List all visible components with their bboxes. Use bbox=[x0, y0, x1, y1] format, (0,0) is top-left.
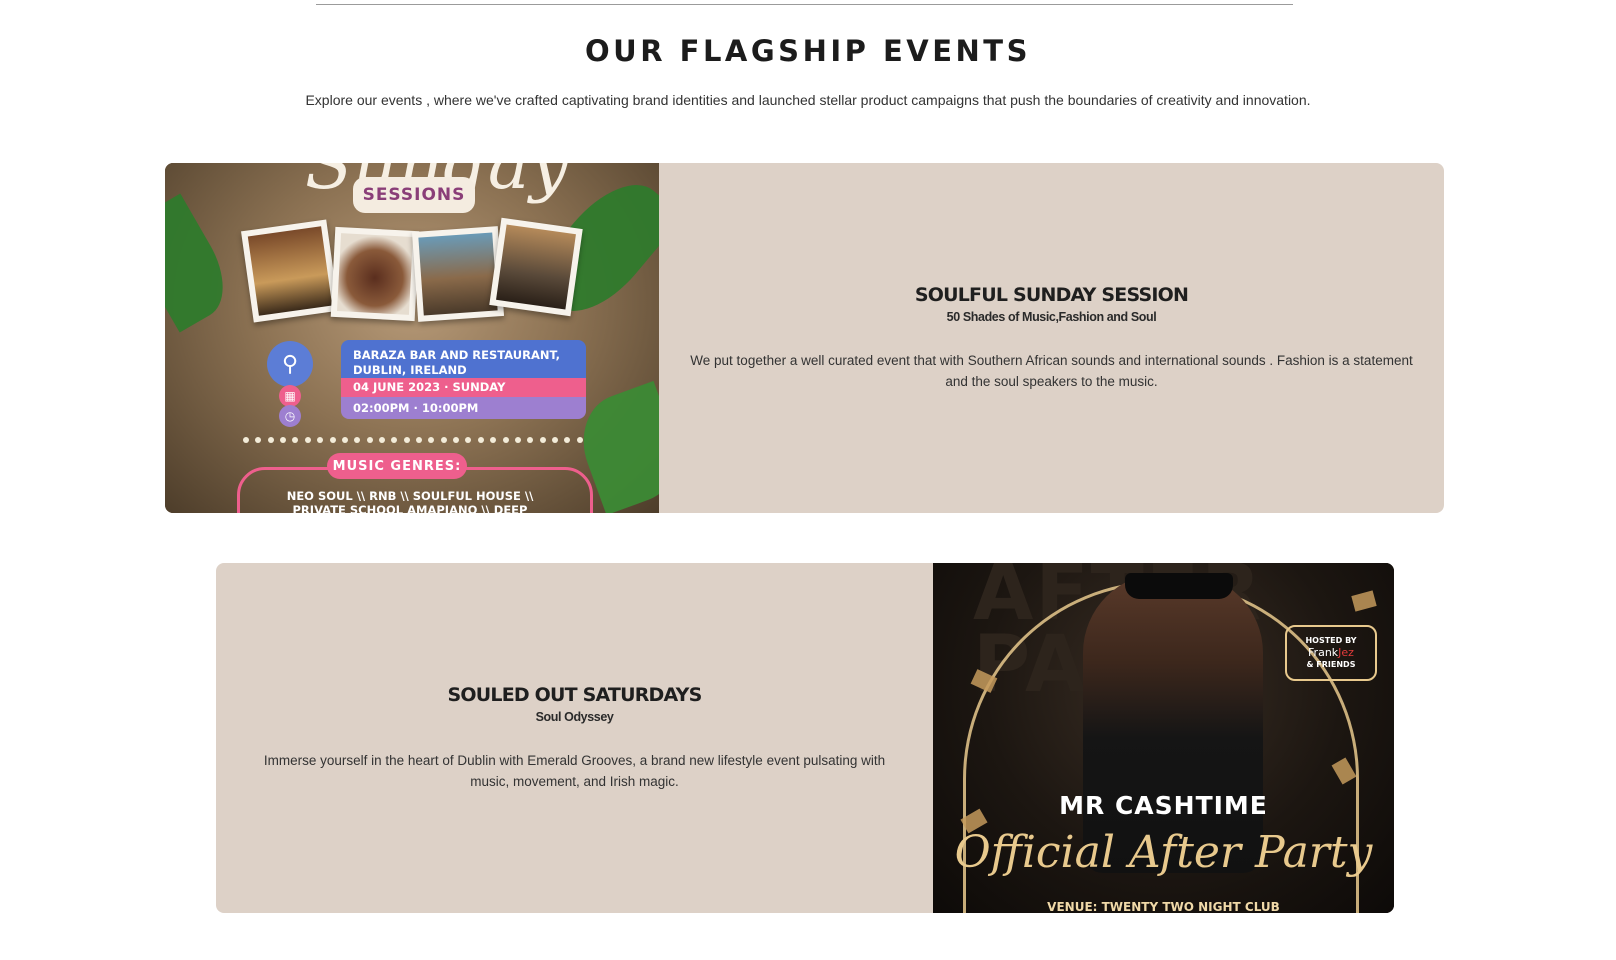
event-card-souled-out-saturdays: SOULED OUT SATURDAYS Soul Odyssey Immers… bbox=[216, 563, 1394, 913]
poster-venue-line2: DUBLIN, IRELAND bbox=[353, 363, 467, 377]
section-subtitle: Explore our events , where we've crafted… bbox=[305, 92, 1311, 108]
sunglasses-icon bbox=[1125, 573, 1233, 599]
event-card-soulful-sunday: Sunday SESSIONS ⚲ ▦ ◷ BARAZA BAR AND RES… bbox=[165, 163, 1444, 513]
calendar-icon: ▦ bbox=[279, 385, 301, 407]
event-text-block: SOULED OUT SATURDAYS Soul Odyssey Immers… bbox=[216, 563, 933, 913]
poster-host-name-1: Frank bbox=[1308, 646, 1339, 659]
poster-photo-crowd bbox=[489, 217, 583, 317]
poster-photo-cake bbox=[330, 226, 420, 322]
poster-genres-list: NEO SOUL \\ RNB \\ SOULFUL HOUSE \\ PRIV… bbox=[245, 489, 575, 513]
poster-dots-divider bbox=[243, 437, 583, 445]
poster-photo-bar bbox=[241, 219, 339, 323]
event-description: Immerse yourself in the heart of Dublin … bbox=[263, 753, 886, 789]
clock-icon: ◷ bbox=[279, 405, 301, 427]
top-divider bbox=[316, 4, 1293, 5]
event-tagline: Soul Odyssey bbox=[535, 710, 614, 724]
event-poster-sunday-sessions[interactable]: Sunday SESSIONS ⚲ ▦ ◷ BARAZA BAR AND RES… bbox=[165, 163, 659, 513]
poster-artist-name: MR CASHTIME bbox=[1059, 791, 1268, 820]
poster-time: 02:00PM · 10:00PM bbox=[341, 397, 586, 419]
event-text-block: SOULFUL SUNDAY SESSION 50 Shades of Musi… bbox=[659, 163, 1444, 513]
event-poster-after-party[interactable]: AFTER PARTY HOSTED BY FrankJez & FRIENDS… bbox=[933, 563, 1394, 913]
poster-genres-label: MUSIC GENRES: bbox=[327, 453, 467, 479]
poster-sessions-label: SESSIONS bbox=[353, 177, 475, 213]
poster-genres-line1: NEO SOUL \\ RNB \\ SOULFUL HOUSE \\ bbox=[286, 489, 534, 503]
poster-host-friends: & FRIENDS bbox=[1306, 660, 1356, 669]
poster-venue: VENUE: TWENTY TWO NIGHT CLUB bbox=[1047, 900, 1280, 913]
poster-genres-line2: PRIVATE SCHOOL AMAPIANO \\ DEEP bbox=[292, 503, 528, 513]
section-title: OUR FLAGSHIP EVENTS bbox=[585, 34, 1031, 68]
event-title: SOULED OUT SATURDAYS bbox=[447, 684, 703, 706]
poster-photo-restaurant bbox=[411, 226, 505, 322]
poster-venue-line1: BARAZA BAR AND RESTAURANT, bbox=[353, 348, 561, 362]
event-tagline: 50 Shades of Music,Fashion and Soul bbox=[946, 310, 1157, 324]
event-title: SOULFUL SUNDAY SESSION bbox=[914, 284, 1189, 306]
event-description: We put together a well curated event tha… bbox=[690, 353, 1413, 389]
location-pin-icon: ⚲ bbox=[267, 341, 313, 387]
poster-script-title: Official After Party bbox=[954, 827, 1373, 878]
poster-date: 04 JUNE 2023 · SUNDAY bbox=[341, 378, 586, 397]
poster-hosted-by-badge: HOSTED BY FrankJez & FRIENDS bbox=[1285, 625, 1377, 681]
poster-venue-box: BARAZA BAR AND RESTAURANT, DUBLIN, IRELA… bbox=[341, 340, 586, 378]
poster-host-name-2: Jez bbox=[1338, 646, 1354, 659]
